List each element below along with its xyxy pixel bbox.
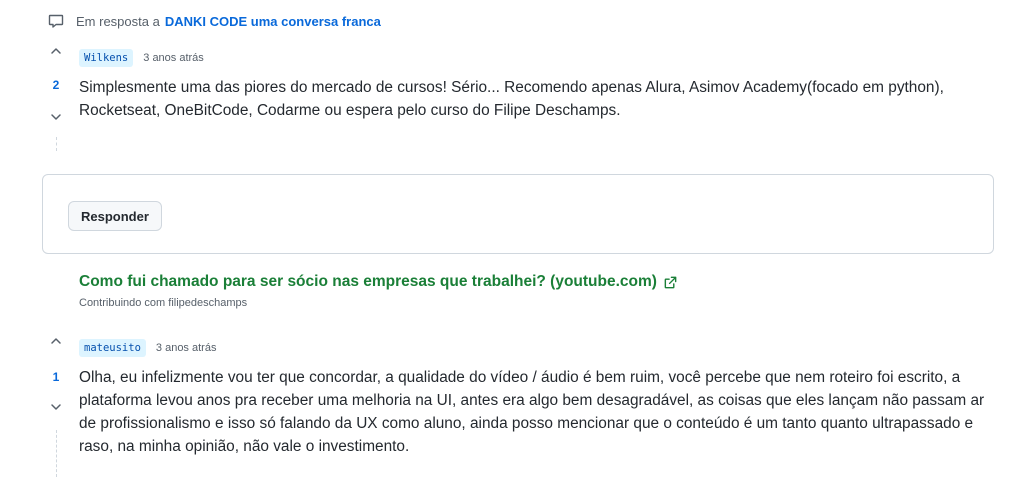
vote-controls: 1	[44, 334, 68, 414]
comment-time[interactable]: 3 anos atrás	[143, 52, 204, 64]
article-title[interactable]: Como fui chamado para ser sócio nas empr…	[79, 273, 657, 291]
comment-body: Simplesmente uma das piores do mercado d…	[79, 79, 944, 119]
comment-meta: mateusito 3 anos atrás	[79, 339, 216, 357]
comment-time[interactable]: 3 anos atrás	[156, 342, 217, 354]
external-link-icon	[663, 275, 678, 290]
downvote-button[interactable]	[49, 110, 63, 124]
parent-post-link[interactable]: DANKI CODE uma conversa franca	[165, 14, 381, 29]
score: 1	[52, 370, 60, 384]
article-link[interactable]: Como fui chamado para ser sócio nas empr…	[79, 273, 678, 291]
username-badge[interactable]: Wilkens	[79, 49, 134, 67]
reply-button[interactable]: Responder	[68, 201, 162, 231]
downvote-button[interactable]	[49, 400, 63, 414]
reply-box: Responder	[42, 174, 994, 254]
score: 2	[52, 78, 60, 92]
chevron-down-icon	[51, 404, 61, 410]
thread-line[interactable]	[56, 430, 57, 477]
upvote-button[interactable]	[49, 334, 63, 348]
comment-icon	[48, 13, 64, 29]
vote-controls: 2	[44, 44, 68, 124]
comment-meta: Wilkens 3 anos atrás	[79, 49, 204, 67]
article-subtitle: Contribuindo com filipedeschamps	[79, 297, 248, 309]
reply-prefix: Em resposta a	[76, 13, 160, 29]
comments-page: Em resposta a DANKI CODE uma conversa fr…	[0, 0, 1024, 477]
chevron-up-icon	[51, 338, 61, 344]
reply-context: Em resposta a DANKI CODE uma conversa fr…	[48, 11, 381, 31]
thread-line[interactable]	[56, 137, 57, 151]
chevron-down-icon	[51, 114, 61, 120]
upvote-button[interactable]	[49, 44, 63, 58]
comment-body: Olha, eu infelizmente vou ter que concor…	[79, 369, 985, 455]
chevron-up-icon	[51, 48, 61, 54]
username-badge[interactable]: mateusito	[79, 339, 146, 357]
